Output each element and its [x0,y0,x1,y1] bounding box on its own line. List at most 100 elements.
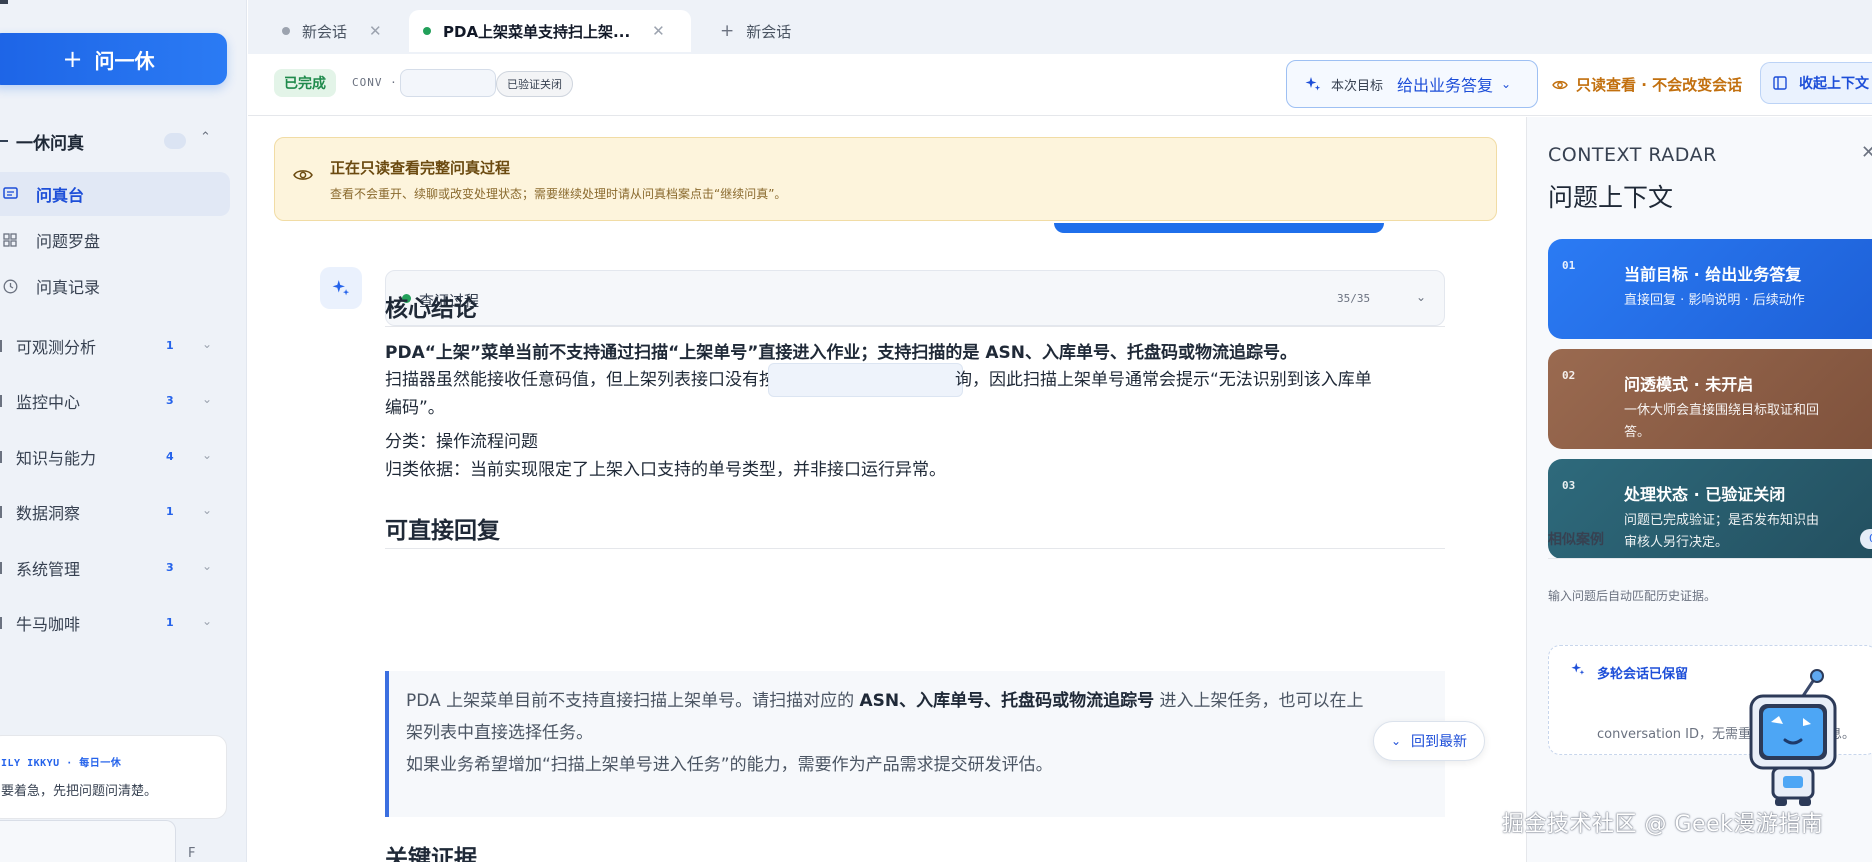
back-to-latest-button[interactable]: ⌄ 回到最新 [1373,721,1485,761]
sparkle-icon [1305,76,1321,92]
context-card-goal[interactable]: 01 当前目标 · 给出业务答复 直接回复 · 影响说明 · 后续动作 [1548,239,1872,339]
section-marker-icon [0,616,8,630]
panel-icon [1773,76,1787,90]
section-label: 牛马咖啡 [16,615,81,634]
multi-turn-title: 多轮会话已保留 [1597,667,1689,682]
sidebar-footer-mark: F [188,846,196,861]
section-badge: 1 [166,505,174,518]
chevron-down-icon: ⌄ [1390,734,1402,748]
tab-status-dot [282,27,290,35]
card-number: 03 [1562,479,1576,492]
redacted-field [768,363,963,397]
tab-label: PDA上架菜单支持扫上架... [443,22,631,41]
banner-title: 正在只读查看完整问真过程 [330,159,511,177]
readonly-text: 只读查看 · 不会改变会话 [1576,76,1743,94]
section-badge: 3 [166,394,174,407]
grid-icon [2,232,18,248]
tab-bar: 新会话 ✕ PDA上架菜单支持扫上架... ✕ + 新会话 [248,0,1872,54]
direct-reply-heading: 可直接回复 [385,518,500,544]
sidebar-item-history[interactable]: 问真记录 [0,264,230,308]
close-icon[interactable]: ✕ [1861,142,1872,163]
sidebar-section-system[interactable]: 系统管理 3 ⌄ [0,548,230,588]
robot-mascot[interactable] [1745,668,1841,808]
conversation-id-value[interactable] [400,69,496,97]
tab-label: 新会话 [302,22,348,41]
collapse-label: 收起上下文 [1799,76,1869,92]
group-marker-icon [0,140,8,142]
verified-closed-chip: 已验证关闭 [496,71,573,97]
chevron-down-icon: ⌄ [202,392,213,406]
conversation-id-label: CONV · [352,76,398,89]
eye-icon [1552,79,1568,91]
sidebar-item-label: 问真记录 [36,278,101,297]
ask-button-label: 问一休 [94,48,155,73]
nav-group-ikkyu[interactable]: 一休问真 ⌃ [0,124,230,158]
sparkle-icon [1571,662,1585,676]
tab-new-session-add[interactable]: + 新会话 [720,10,791,52]
section-marker-icon [0,394,8,408]
session-header: 已完成 CONV · 已验证关闭 本次目标 给出业务答复 ⌄ 只读查看 · 不会… [248,54,1872,116]
section-marker-icon [0,450,8,464]
chevron-down-icon: ⌄ [202,614,213,628]
readonly-banner: 正在只读查看完整问真过程 查看不会重开、续聊或改变处理状态；需要继续处理时请从问… [274,137,1497,221]
tab-current-session[interactable]: PDA上架菜单支持扫上架... ✕ [409,10,691,52]
chevron-up-icon: ⌃ [200,130,211,145]
chevron-down-icon: ⌄ [202,503,213,517]
section-marker-icon [0,339,8,353]
conclusion-text-b: 询，因此扫描上架单号通常会提示“无法识别到该入库单 [955,370,1372,390]
sidebar-section-observability[interactable]: 可观测分析 1 ⌄ [0,326,230,366]
conversation-main: 正在只读查看完整问真过程 查看不会重开、续聊或改变处理状态；需要继续处理时请从问… [248,117,1526,862]
clock-icon [2,278,18,294]
daily-tip-card: ILY IKKYU · 每日一休 要着急，先把问题问清楚。 [0,735,227,819]
reply-line: 架列表中直接选择任务。 [406,723,593,743]
sidebar-item-compass[interactable]: 问题罗盘 [0,218,230,262]
verification-process-toggle[interactable]: 查证过程 35/35 ⌄ [385,270,1445,326]
similar-cases-hint: 输入问题后自动匹配历史证据。 [1548,589,1717,603]
sidebar-footer-box[interactable] [0,820,176,862]
card-title: 处理状态 · 已验证关闭 [1624,485,1786,504]
tab-new-session-1[interactable]: 新会话 ✕ [282,10,382,52]
card-title: 问透模式 · 未开启 [1624,375,1754,394]
reply-emphasis: ASN、入库单号、托盘码或物流追踪号 [859,691,1155,711]
sidebar-section-monitoring[interactable]: 监控中心 3 ⌄ [0,381,230,421]
ask-ikkyu-button[interactable]: + 问一休 [0,33,227,85]
plus-icon: + [62,45,83,73]
scrolled-message-edge [1054,223,1384,233]
chat-icon [2,186,18,202]
group-indicator [164,133,186,149]
reply-text: 进入上架任务，也可以在上 [1154,691,1364,711]
divider [1548,558,1872,559]
sidebar-section-data-insight[interactable]: 数据洞察 1 ⌄ [0,492,230,532]
close-icon[interactable]: ✕ [652,22,665,40]
tip-header: ILY IKKYU · 每日一休 [1,758,122,769]
goal-selector[interactable]: 本次目标 给出业务答复 ⌄ [1286,60,1538,108]
sidebar-section-coffee[interactable]: 牛马咖啡 1 ⌄ [0,603,230,643]
process-count: 35/35 [1337,292,1371,305]
core-conclusion-heading: 核心结论 [385,296,477,322]
close-icon[interactable]: ✕ [369,22,382,40]
chevron-down-icon: ⌄ [1416,290,1427,304]
reply-line: 如果业务希望增加“扫描上架单号进入任务”的能力，需要作为产品需求提交研发评估。 [406,755,1053,775]
chevron-down-icon: ⌄ [1501,77,1512,91]
watermark: 掘金技术社区 @ Geek漫游指南 [1502,812,1824,837]
reply-quote: PDA 上架菜单目前不支持直接扫描上架单号。请扫描对应的 ASN、入库单号、托盘… [385,671,1445,817]
goal-label: 本次目标 [1331,78,1384,94]
context-card-mode[interactable]: 02 问透模式 · 未开启 一休大师会直接围绕目标取证和回答。 [1548,349,1872,449]
plus-icon: + [720,21,735,41]
card-description: 直接回复 · 影响说明 · 后续动作 [1624,293,1805,308]
classification-basis: 归类依据：当前实现限定了上架入口支持的单号类型，并非接口运行异常。 [385,460,946,480]
section-label: 监控中心 [16,393,81,412]
reply-text: PDA 上架菜单目前不支持直接扫描上架单号。请扫描对应的 [406,691,860,711]
sidebar-item-label: 问真台 [36,186,85,205]
tip-body: 要着急，先把问题问清楚。 [1,784,158,799]
collapse-context-button[interactable]: 收起上下文 [1760,62,1872,104]
card-number: 01 [1562,259,1576,272]
sidebar-item-workbench[interactable]: 问真台 [0,172,230,216]
back-to-latest-label: 回到最新 [1411,734,1468,750]
sidebar: + 问一休 一休问真 ⌃ 问真台 问题罗盘 问真记录 可观测分析 1 ⌄ 监控中… [0,0,247,862]
section-marker-icon [0,561,8,575]
chevron-down-icon: ⌄ [202,337,213,351]
sparkle-icon [332,279,350,297]
conclusion-line: 扫描器虽然能接收任意码值，但上架列表接口没有按 询，因此扫描上架单号通常会提示“无… [385,363,1372,397]
sidebar-section-knowledge[interactable]: 知识与能力 4 ⌄ [0,437,230,477]
